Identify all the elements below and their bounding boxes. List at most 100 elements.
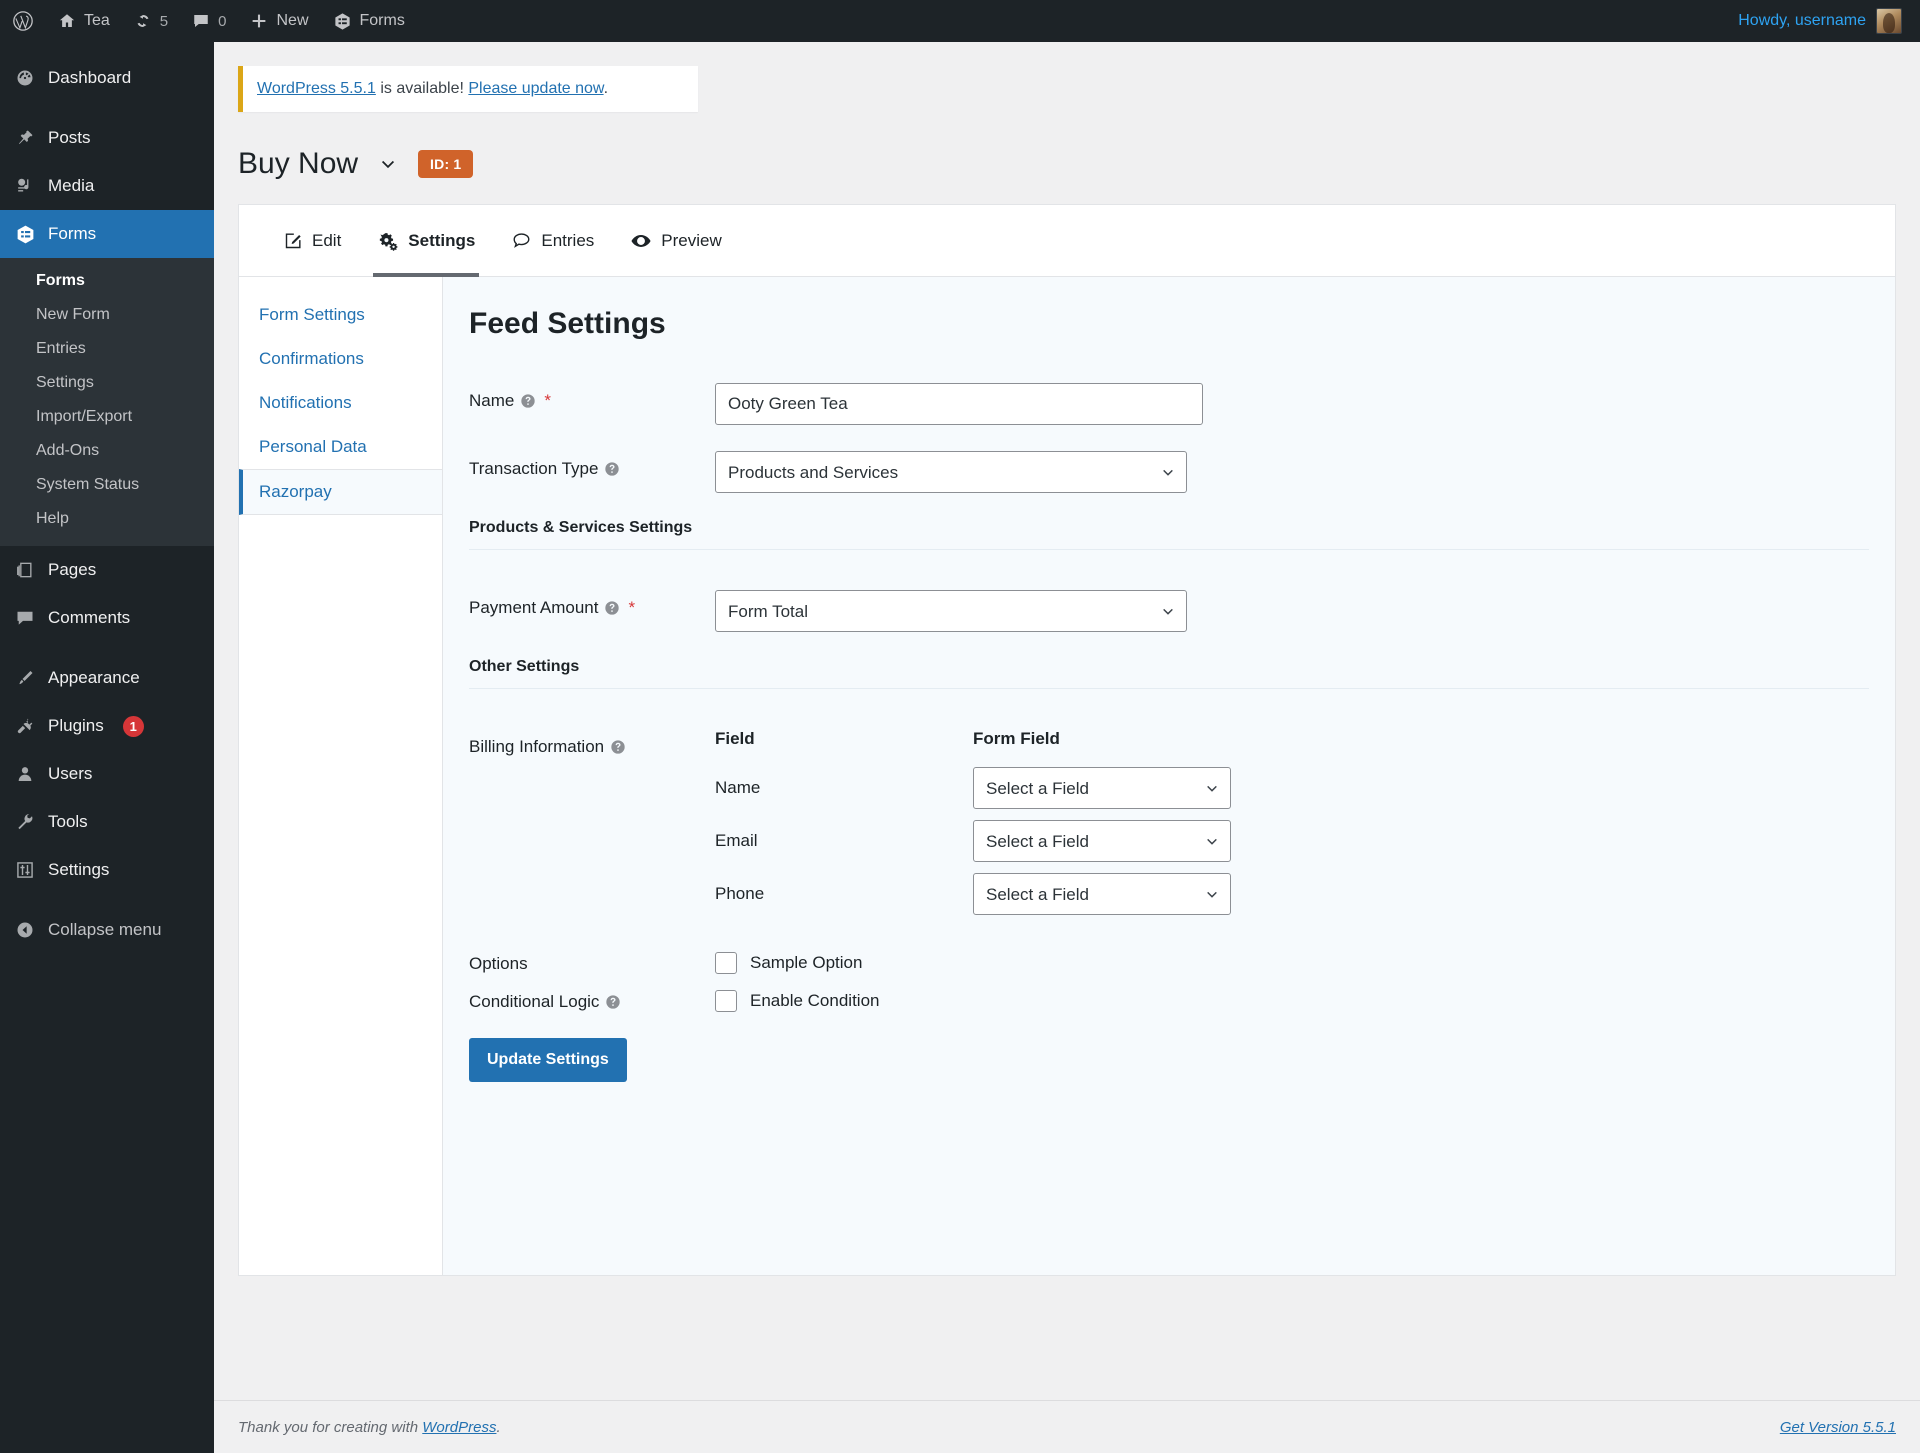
dashboard-icon [14, 68, 36, 88]
help-circle-icon[interactable] [604, 461, 620, 477]
pin-icon [14, 128, 36, 148]
sidebar-item-forms[interactable]: Forms [0, 210, 214, 258]
billing-phone-select[interactable]: Select a Field [973, 873, 1231, 915]
sidebar-item-dashboard[interactable]: Dashboard [0, 54, 214, 102]
help-circle-icon[interactable] [520, 393, 536, 409]
enable-condition-label: Enable Condition [750, 991, 880, 1010]
field-label-options: Options [469, 952, 715, 974]
field-row-conditional-logic: Conditional Logic Enable Condition [469, 990, 1869, 1012]
update-settings-button[interactable]: Update Settings [469, 1038, 627, 1082]
chevron-down-icon[interactable] [372, 150, 404, 178]
sidebar-subitem-entries[interactable]: Entries [0, 332, 214, 366]
comment-bubble-icon [511, 230, 532, 251]
settings-sliders-icon [14, 860, 36, 880]
sidebar-subitem-system-status[interactable]: System Status [0, 468, 214, 502]
sidebar-item-plugins[interactable]: Plugins 1 [0, 702, 214, 750]
subnav-item-confirmations[interactable]: Confirmations [239, 337, 442, 381]
settings-panel: Form Settings Confirmations Notification… [238, 276, 1896, 1276]
name-input[interactable] [715, 383, 1203, 425]
help-circle-icon[interactable] [604, 600, 620, 616]
subnav-item-notifications[interactable]: Notifications [239, 381, 442, 425]
my-account-button[interactable]: Howdy, username [1726, 0, 1920, 42]
subnav-item-razorpay[interactable]: Razorpay [239, 469, 442, 515]
sidebar-item-comments[interactable]: Comments [0, 594, 214, 642]
sidebar-item-label: Media [48, 176, 95, 195]
admin-sidebar-menu: Dashboard Posts Media Forms Forms New Fo… [0, 42, 214, 1453]
forms-menu-button[interactable]: Forms [321, 0, 417, 42]
sidebar-subitem-import-export[interactable]: Import/Export [0, 400, 214, 434]
menu-spacer [0, 42, 214, 54]
field-row-name: Name * [469, 383, 1869, 425]
tab-edit[interactable]: Edit [265, 205, 359, 277]
sidebar-item-posts[interactable]: Posts [0, 114, 214, 162]
help-circle-icon[interactable] [605, 994, 621, 1010]
sidebar-item-pages[interactable]: Pages [0, 546, 214, 594]
get-version-link[interactable]: Get Version 5.5.1 [1780, 1419, 1896, 1436]
tab-preview[interactable]: Preview [612, 205, 739, 277]
sidebar-item-settings[interactable]: Settings [0, 846, 214, 894]
sidebar-subitem-new-form[interactable]: New Form [0, 298, 214, 332]
sidebar-item-label: Comments [48, 608, 131, 627]
sidebar-subitem-forms[interactable]: Forms [0, 264, 214, 298]
feed-subnav: Form Settings Confirmations Notification… [239, 277, 443, 1275]
sample-option-label: Sample Option [750, 953, 863, 972]
arrow-left-circle-icon [14, 920, 36, 940]
help-circle-icon[interactable] [610, 739, 626, 755]
brush-icon [14, 668, 36, 688]
required-marker: * [628, 598, 636, 617]
page-title: Buy Now [238, 147, 359, 180]
field-row-options: Options Sample Option [469, 952, 1869, 974]
form-tab-bar: Edit Settings Entries Preview [238, 204, 1896, 277]
billing-phone-select-wrap: Select a Field [973, 873, 1231, 915]
tab-label: Entries [541, 230, 595, 250]
conditional-logic-checkbox-row: Enable Condition [715, 990, 879, 1012]
media-icon [14, 176, 36, 196]
admin-footer: Thank you for creating with WordPress. G… [214, 1400, 1920, 1453]
avatar [1876, 8, 1902, 34]
footer-thanks: Thank you for creating with WordPress. [238, 1419, 501, 1436]
billing-email-select[interactable]: Select a Field [973, 820, 1231, 862]
sidebar-item-users[interactable]: Users [0, 750, 214, 798]
sidebar-subitem-settings[interactable]: Settings [0, 366, 214, 400]
sidebar-item-tools[interactable]: Tools [0, 798, 214, 846]
comments-count: 0 [218, 12, 227, 30]
sidebar-item-media[interactable]: Media [0, 162, 214, 210]
site-name-button[interactable]: Tea [46, 0, 122, 42]
update-notice-version-link[interactable]: WordPress 5.5.1 [257, 80, 376, 97]
plug-icon [14, 716, 36, 736]
sidebar-item-label: Posts [48, 128, 91, 147]
sample-option-checkbox[interactable] [715, 952, 737, 974]
sidebar-item-appearance[interactable]: Appearance [0, 654, 214, 702]
transaction-type-select[interactable]: Products and Services [715, 451, 1187, 493]
field-label-name: Name * [469, 383, 715, 411]
plus-icon [250, 12, 268, 30]
sidebar-subitem-help[interactable]: Help [0, 502, 214, 536]
enable-condition-checkbox[interactable] [715, 990, 737, 1012]
billing-name-select[interactable]: Select a Field [973, 767, 1231, 809]
comments-button[interactable]: 0 [180, 0, 238, 42]
new-content-button[interactable]: New [238, 0, 320, 42]
tab-entries[interactable]: Entries [493, 205, 612, 277]
updates-icon [134, 12, 152, 30]
tab-settings[interactable]: Settings [359, 205, 493, 277]
pages-icon [14, 560, 36, 580]
required-marker: * [544, 391, 551, 410]
sidebar-subitem-add-ons[interactable]: Add-Ons [0, 434, 214, 468]
field-label-text: Options [469, 954, 528, 973]
update-notice: WordPress 5.5.1 is available! Please upd… [238, 66, 698, 112]
wordpress-logo-icon [12, 10, 34, 32]
wordpress-logo-button[interactable] [0, 0, 46, 42]
payment-amount-select[interactable]: Form Total [715, 590, 1187, 632]
subnav-item-form-settings[interactable]: Form Settings [239, 293, 442, 337]
payment-amount-select-wrap: Form Total [715, 590, 1187, 632]
sidebar-item-label: Forms [48, 224, 97, 243]
sidebar-item-label: Dashboard [48, 68, 132, 87]
footer-wordpress-link[interactable]: WordPress [422, 1419, 496, 1436]
updates-button[interactable]: 5 [122, 0, 180, 42]
collapse-menu-button[interactable]: Collapse menu [0, 906, 214, 954]
update-notice-update-link[interactable]: Please update now [468, 80, 603, 97]
subnav-item-personal-data[interactable]: Personal Data [239, 425, 442, 469]
field-label-text: Transaction Type [469, 459, 599, 478]
field-label-text: Billing Information [469, 737, 605, 756]
content-area: WordPress 5.5.1 is available! Please upd… [214, 42, 1920, 1453]
